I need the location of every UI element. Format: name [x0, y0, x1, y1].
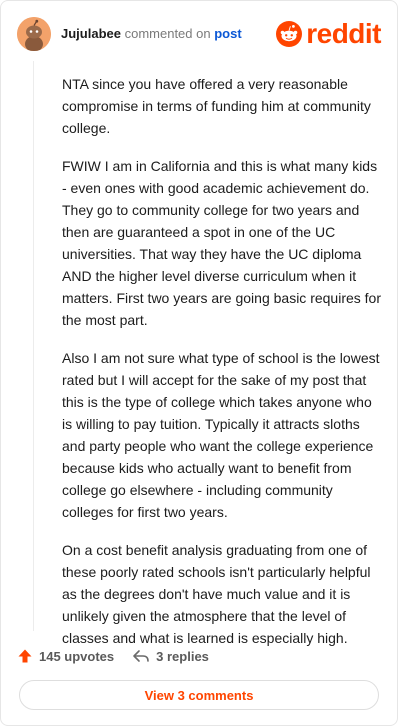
user-avatar[interactable]: [17, 17, 51, 51]
upvote-arrow-icon: [18, 649, 32, 663]
replies-button[interactable]: 3 replies: [132, 648, 209, 664]
comment-actions: 145 upvotes 3 replies: [17, 645, 209, 667]
comment-paragraph-3: Also I am not sure what type of school i…: [62, 350, 380, 520]
snoo-avatar-icon: [17, 17, 51, 51]
view-comments-button[interactable]: View 3 comments: [19, 680, 379, 710]
username[interactable]: Jujulabee: [61, 26, 121, 41]
comment-header: Jujulabee commented on post reddit: [17, 17, 381, 51]
replies-count: 3 replies: [156, 648, 209, 664]
comment-body: NTA since you have offered a very reason…: [62, 73, 382, 665]
post-link[interactable]: post: [214, 26, 241, 41]
comment-card: Jujulabee commented on post reddit NTA s…: [0, 0, 398, 726]
reddit-logo-text: reddit: [306, 18, 381, 49]
upvote-button[interactable]: 145 upvotes: [17, 648, 114, 664]
upvote-count: 145 upvotes: [39, 648, 115, 664]
thread-line: [33, 61, 34, 631]
comment-meta: Jujulabee commented on post: [61, 26, 242, 42]
reddit-snoo-icon: [276, 21, 303, 47]
action-text: commented on: [124, 26, 211, 41]
comment-paragraph-4: On a cost benefit analysis graduating fr…: [62, 542, 371, 646]
reply-arrow-icon: [133, 650, 149, 662]
reddit-logo[interactable]: reddit: [276, 17, 381, 51]
comment-paragraph-1: NTA since you have offered a very reason…: [62, 76, 371, 136]
comment-paragraph-2: FWIW I am in California and this is what…: [62, 158, 382, 328]
